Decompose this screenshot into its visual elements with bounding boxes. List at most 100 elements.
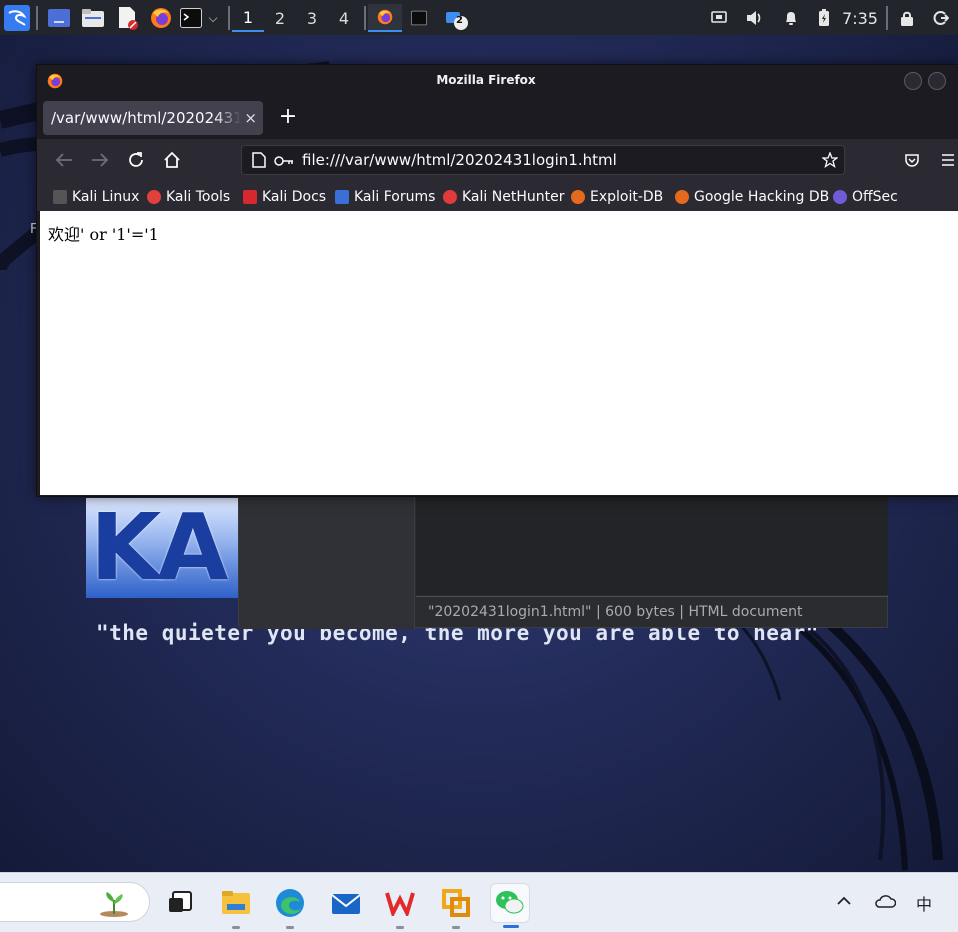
text-editor-icon (119, 7, 138, 30)
running-indicator (452, 926, 460, 929)
workspace-4[interactable]: 4 (328, 4, 360, 32)
bookmark-kali-tools[interactable]: Kali Tools (147, 187, 230, 207)
pocket-button[interactable] (899, 147, 925, 173)
new-tab-button[interactable]: + (275, 105, 301, 131)
back-arrow-icon (55, 153, 72, 167)
forward-button[interactable] (87, 147, 113, 173)
exploit-db-icon (571, 190, 585, 204)
lock-screen-icon[interactable] (896, 4, 918, 32)
show-desktop-button[interactable] (46, 4, 72, 32)
workspace-2[interactable]: 2 (264, 4, 296, 32)
minimize-button[interactable] (904, 72, 922, 90)
vmware-icon (442, 889, 470, 917)
bookmark-star-icon[interactable] (821, 151, 839, 172)
kali-dragon-icon (53, 190, 67, 204)
app-menu-button[interactable] (935, 147, 958, 173)
logout-icon[interactable] (930, 4, 952, 32)
text-editor-launcher[interactable] (114, 4, 140, 32)
firefox-launcher[interactable] (148, 4, 174, 32)
file-explorer-button[interactable] (216, 883, 256, 929)
running-indicator (286, 926, 294, 929)
home-icon (164, 151, 180, 168)
bookmark-kali-nethunter[interactable]: Kali NetHunter (443, 187, 564, 207)
offsec-icon (833, 190, 847, 204)
ghdb-icon (675, 190, 689, 204)
bookmark-exploit-db[interactable]: Exploit-DB (571, 187, 663, 207)
kali-tools-icon (147, 190, 161, 204)
workspace-1[interactable]: 1 (232, 4, 264, 32)
url-text[interactable]: file:///var/www/html/20202431login1.html (302, 151, 617, 169)
tab-close-icon[interactable]: × (244, 101, 257, 135)
bookmark-kali-docs[interactable]: Kali Docs (243, 187, 326, 207)
reload-button[interactable] (123, 147, 149, 173)
vmware-button[interactable] (436, 883, 476, 929)
kali-dragon-icon (4, 5, 30, 31)
mail-icon (331, 894, 361, 914)
panel-separator (228, 6, 230, 30)
forward-arrow-icon (92, 153, 109, 167)
page-document-icon[interactable] (252, 152, 266, 172)
bookmark-offsec[interactable]: OffSec (833, 187, 898, 207)
edge-button[interactable] (270, 883, 310, 929)
show-hidden-icons-chevron-icon[interactable] (836, 891, 852, 910)
plant-widget-button[interactable] (94, 883, 134, 923)
taskbar-firefox-window[interactable] (368, 4, 402, 32)
kali-forums-icon (335, 190, 349, 204)
task-view-button[interactable] (160, 883, 200, 923)
wps-icon (385, 892, 415, 916)
clock[interactable]: 7:35 (840, 4, 880, 32)
volume-icon[interactable] (744, 4, 766, 32)
bookmark-kali-linux[interactable]: Kali Linux (53, 187, 139, 207)
window-count-badge: 2 (456, 15, 463, 26)
url-bar[interactable]: file:///var/www/html/20202431login1.html (241, 145, 845, 175)
kali-logo: KA (86, 498, 238, 598)
network-icon[interactable] (708, 4, 730, 32)
panel-separator (886, 6, 888, 30)
window-title: Mozilla Firefox (436, 73, 536, 87)
file-manager-window[interactable]: "20202431login1.html" | 600 bytes | HTML… (238, 494, 888, 629)
mail-button[interactable] (326, 883, 366, 923)
terminal-icon (411, 10, 427, 26)
firefox-icon (377, 9, 393, 25)
wechat-button[interactable] (490, 883, 530, 928)
taskbar-terminal-window[interactable] (404, 4, 434, 32)
tab-strip: /var/www/html/20202431login1.html × + (37, 97, 958, 139)
file-manager-statusbar: "20202431login1.html" | 600 bytes | HTML… (416, 596, 888, 629)
bookmarks-toolbar: Kali Linux Kali Tools Kali Docs Kali For… (37, 181, 958, 211)
taskbar-file-manager-group[interactable]: 2 (440, 4, 474, 32)
bookmark-google-hacking-db[interactable]: Google Hacking DB (675, 187, 829, 207)
onedrive-cloud-icon[interactable] (874, 893, 897, 912)
terminal-icon (180, 8, 202, 28)
firefox-window[interactable]: Mozilla Firefox /var/www/html/20202431lo… (36, 64, 958, 497)
tab-title: /var/www/html/20202431login1.html (51, 109, 241, 127)
navigation-toolbar: file:///var/www/html/20202431login1.html (37, 139, 958, 181)
kali-menu-button[interactable] (3, 4, 31, 32)
page-content: 欢迎' or '1'='1 (40, 211, 958, 495)
file-manager-launcher[interactable] (80, 4, 106, 32)
ime-indicator[interactable]: 中 (916, 891, 932, 915)
panel-separator (36, 6, 38, 30)
pocket-icon (905, 154, 919, 167)
file-manager-sidebar[interactable] (239, 495, 415, 629)
file-manager-view[interactable] (416, 495, 888, 595)
notifications-bell-icon[interactable] (780, 4, 802, 32)
panel-separator (364, 6, 366, 30)
maximize-button[interactable] (928, 72, 946, 90)
wechat-icon (496, 891, 524, 914)
battery-icon[interactable] (814, 4, 834, 32)
wps-office-button[interactable] (380, 883, 420, 929)
terminal-launcher[interactable] (180, 4, 202, 32)
bookmark-kali-forums[interactable]: Kali Forums (335, 187, 435, 207)
reload-icon (129, 152, 143, 167)
tab-login1[interactable]: /var/www/html/20202431login1.html × (43, 101, 263, 135)
folder-icon (82, 9, 104, 27)
key-icon[interactable] (274, 153, 294, 172)
kali-docs-icon (243, 190, 257, 204)
workspace-3[interactable]: 3 (296, 4, 328, 32)
home-button[interactable] (159, 147, 185, 173)
terminal-dropdown-chevron-icon[interactable]: ⌵ (204, 4, 222, 32)
firefox-titlebar[interactable]: Mozilla Firefox (37, 65, 958, 97)
task-view-icon (169, 891, 192, 912)
back-button[interactable] (51, 147, 77, 173)
active-indicator (503, 925, 519, 928)
